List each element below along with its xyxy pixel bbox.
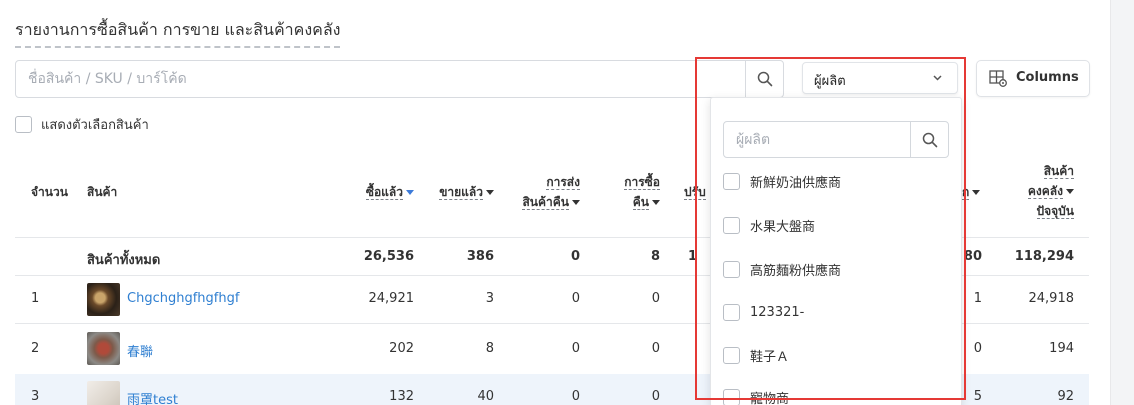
- vendor-option[interactable]: 鞋子Ａ: [723, 345, 789, 365]
- header-sold-label: ขายแล้ว: [439, 185, 483, 200]
- cell-sold: 8: [485, 341, 494, 356]
- vendor-option[interactable]: 水果大盤商: [723, 215, 815, 235]
- total-sales-return: 0: [570, 249, 580, 264]
- sort-caret-icon: [1066, 189, 1074, 194]
- cell-bought: 24,921: [368, 291, 415, 306]
- cell-purchase-return: 0: [651, 291, 660, 306]
- show-product-options-checkbox[interactable]: [15, 115, 32, 133]
- cell-bought: 202: [389, 341, 414, 356]
- vendor-option[interactable]: 高筋麵粉供應商: [723, 259, 841, 279]
- cell-purchase-return: 0: [651, 389, 660, 404]
- vendor-filter-select[interactable]: ผู้ผลิต: [802, 62, 958, 94]
- columns-gear-icon: [989, 70, 1007, 87]
- header-bought-label: ซื้อแล้ว: [365, 185, 403, 200]
- vendor-option-checkbox[interactable]: [723, 260, 740, 278]
- header-bought[interactable]: ซื้อแล้ว: [340, 182, 414, 202]
- header-current-stock[interactable]: สินค้า คงคลัง ปัจจุบัน: [1000, 161, 1074, 221]
- vendor-dropdown-menu: 新鮮奶油供應商 水果大盤商 高筋麵粉供應商 123321- 鞋子Ａ 寵物商: [710, 97, 962, 405]
- show-product-options-toggle[interactable]: แสดงตัวเลือกสินค้า: [15, 114, 149, 134]
- total-purchase-return: 8: [650, 249, 660, 264]
- vendor-option[interactable]: 新鮮奶油供應商: [723, 171, 841, 191]
- vendor-option-checkbox[interactable]: [723, 216, 740, 234]
- header-sales-return[interactable]: การส่ง สินค้าคืน: [500, 172, 580, 212]
- cell-bought: 132: [389, 389, 414, 404]
- report-page: รายงานการซื้อสินค้า การขาย และสินค้าคงคล…: [0, 0, 1134, 405]
- total-bought: 26,536: [363, 249, 414, 264]
- vendor-option-label: 鞋子Ａ: [750, 349, 790, 365]
- sort-caret-icon: [406, 190, 414, 195]
- header-current-stock-line3: ปัจจุบัน: [1036, 204, 1074, 219]
- product-link[interactable]: Chgchghgfhgfhgf: [127, 291, 239, 306]
- vendor-option-label: 123321-: [750, 304, 805, 320]
- sort-caret-icon: [652, 200, 660, 205]
- row-number: 3: [31, 389, 40, 404]
- product-thumbnail: [87, 283, 120, 316]
- header-product: สินค้า: [87, 185, 118, 199]
- vendor-option-checkbox[interactable]: [723, 388, 740, 405]
- total-adjust: 1: [688, 249, 698, 264]
- total-label: สินค้าทั้งหมด: [87, 253, 161, 268]
- chevron-down-icon: [933, 75, 942, 81]
- product-search-input[interactable]: [16, 61, 745, 97]
- cell-sold: 3: [485, 291, 494, 306]
- cell-sold: 40: [477, 389, 494, 404]
- header-purchase-return-line1: การซื้อ: [624, 175, 660, 190]
- show-product-options-label: แสดงตัวเลือกสินค้า: [41, 117, 149, 133]
- vendor-option-label: 寵物商: [750, 391, 790, 405]
- vendor-filter-label: ผู้ผลิต: [814, 74, 846, 89]
- product-search-box: [15, 60, 784, 98]
- vendor-option-checkbox[interactable]: [723, 346, 740, 364]
- header-adjust-label: ปรับ: [684, 185, 706, 200]
- cell-current-stock: 194: [1049, 341, 1074, 356]
- header-adjust[interactable]: ปรับ: [684, 182, 706, 202]
- product-thumbnail: [87, 332, 120, 365]
- header-sales-return-line1: การส่ง: [546, 175, 580, 190]
- sort-caret-icon: [486, 190, 494, 195]
- vendor-search-input[interactable]: [724, 122, 910, 157]
- vendor-option-checkbox[interactable]: [723, 303, 740, 321]
- cell-sales-return: 0: [571, 291, 580, 306]
- vendor-option[interactable]: 123321-: [723, 302, 804, 322]
- vendor-search-button[interactable]: [910, 122, 949, 157]
- cell-current-stock: 24,918: [1028, 291, 1075, 306]
- vendor-option-label: 水果大盤商: [750, 219, 816, 235]
- header-purchase-return[interactable]: การซื้อ คืน: [590, 172, 660, 212]
- header-hidden-column[interactable]: ก: [962, 182, 981, 202]
- row-number: 1: [31, 291, 40, 306]
- header-hidden-column-label: ก: [962, 185, 970, 200]
- vendor-option[interactable]: 寵物商: [723, 387, 789, 405]
- header-current-stock-line1: สินค้า: [1043, 164, 1074, 179]
- vendor-option-label: 高筋麵粉供應商: [750, 263, 842, 279]
- product-link[interactable]: 雨罩test: [127, 389, 178, 405]
- cell-sales-return: 0: [571, 389, 580, 404]
- page-title: รายงานการซื้อสินค้า การขาย และสินค้าคงคล…: [15, 18, 341, 48]
- sort-caret-icon: [572, 200, 580, 205]
- search-icon: [757, 71, 773, 87]
- vendor-option-label: 新鮮奶油供應商: [750, 175, 842, 191]
- total-current-stock: 118,294: [1014, 249, 1074, 264]
- header-current-stock-line2: คงคลัง: [1027, 184, 1063, 199]
- header-sales-return-line2: สินค้าคืน: [522, 195, 569, 210]
- vendor-option-checkbox[interactable]: [723, 172, 740, 190]
- cell-purchase-return: 0: [651, 341, 660, 356]
- row-number: 2: [31, 341, 40, 356]
- header-purchase-return-line2: คืน: [632, 195, 649, 210]
- columns-button-label: Columns: [1016, 70, 1079, 85]
- header-qty: จำนวน: [31, 185, 68, 199]
- cell-sales-return: 0: [571, 341, 580, 356]
- columns-button[interactable]: Columns: [976, 60, 1090, 97]
- right-gutter: [1110, 0, 1134, 405]
- product-link[interactable]: 春聯: [127, 341, 153, 360]
- cell-current-stock: 92: [1057, 389, 1074, 404]
- sort-caret-icon: [972, 190, 981, 195]
- header-sold[interactable]: ขายแล้ว: [420, 182, 494, 202]
- product-thumbnail: [87, 381, 120, 405]
- product-search-button[interactable]: [745, 61, 784, 97]
- search-icon: [922, 132, 938, 147]
- vendor-search-box: [723, 121, 949, 158]
- total-sold: 386: [466, 249, 494, 264]
